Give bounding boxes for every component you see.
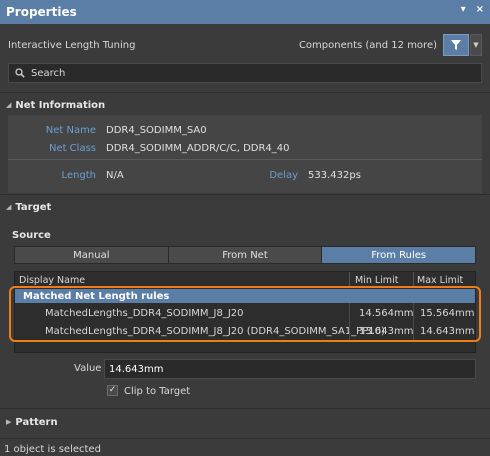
status-text: 1 object is selected: [4, 444, 101, 455]
delay-label: Delay: [269, 170, 298, 181]
section-title: Pattern: [15, 416, 58, 428]
length-value: N/A: [106, 170, 124, 181]
divider: [0, 92, 490, 93]
components-filter-label[interactable]: Components (and 12 more): [299, 40, 437, 51]
source-option-from-rules[interactable]: From Rules: [322, 247, 476, 263]
delay-value: 533.432ps: [308, 170, 361, 181]
net-class-label: Net Class: [48, 143, 96, 154]
divider: [0, 438, 490, 439]
section-title: Net Information: [15, 99, 106, 111]
target-header[interactable]: ◢ Target: [0, 197, 490, 217]
net-name-value: DDR4_SODIMM_SA0: [106, 125, 207, 136]
clip-to-target-label[interactable]: Clip to Target: [124, 386, 190, 397]
pattern-header[interactable]: ▶ Pattern: [0, 412, 490, 432]
section-title: Target: [15, 201, 52, 213]
funnel-icon: [451, 40, 461, 50]
collapse-triangle-icon: ◢: [6, 101, 12, 109]
divider: [0, 194, 490, 195]
search-icon: [15, 68, 25, 78]
net-information-header[interactable]: ◢ Net Information: [0, 95, 490, 115]
net-information-panel: Net Name DDR4_SODIMM_SA0 Net Class DDR4_…: [8, 115, 482, 193]
filter-button[interactable]: [443, 34, 469, 56]
length-label: Length: [61, 170, 97, 181]
source-option-manual[interactable]: Manual: [15, 247, 169, 263]
clip-to-target-checkbox[interactable]: ✓: [107, 385, 118, 396]
search-placeholder: Search: [31, 67, 66, 79]
properties-titlebar: Properties ▾ ×: [0, 0, 490, 24]
expand-triangle-icon: ▶: [6, 418, 12, 426]
net-name-label: Net Name: [45, 125, 96, 136]
mode-label: Interactive Length Tuning: [8, 39, 136, 51]
source-label: Source: [12, 230, 51, 241]
collapse-triangle-icon: ◢: [6, 203, 12, 211]
value-label: Value: [74, 363, 102, 374]
panel-menu-icon[interactable]: ▾: [461, 4, 466, 15]
search-input[interactable]: Search: [8, 63, 482, 83]
divider: [0, 408, 490, 409]
highlight-box: [9, 286, 481, 342]
panel-title: Properties: [6, 5, 77, 19]
source-selector: Manual From Net From Rules: [14, 246, 476, 264]
source-option-from-net[interactable]: From Net: [168, 247, 323, 263]
chevron-down-icon: ▼: [473, 41, 479, 49]
value-input[interactable]: 14.643mm: [104, 359, 476, 379]
divider: [8, 159, 482, 160]
filter-dropdown[interactable]: ▼: [470, 34, 482, 56]
filter-row: Interactive Length Tuning Components (an…: [8, 34, 482, 56]
close-icon[interactable]: ×: [476, 4, 484, 15]
net-class-value: DDR4_SODIMM_ADDR/C/C, DDR4_40: [106, 143, 290, 154]
